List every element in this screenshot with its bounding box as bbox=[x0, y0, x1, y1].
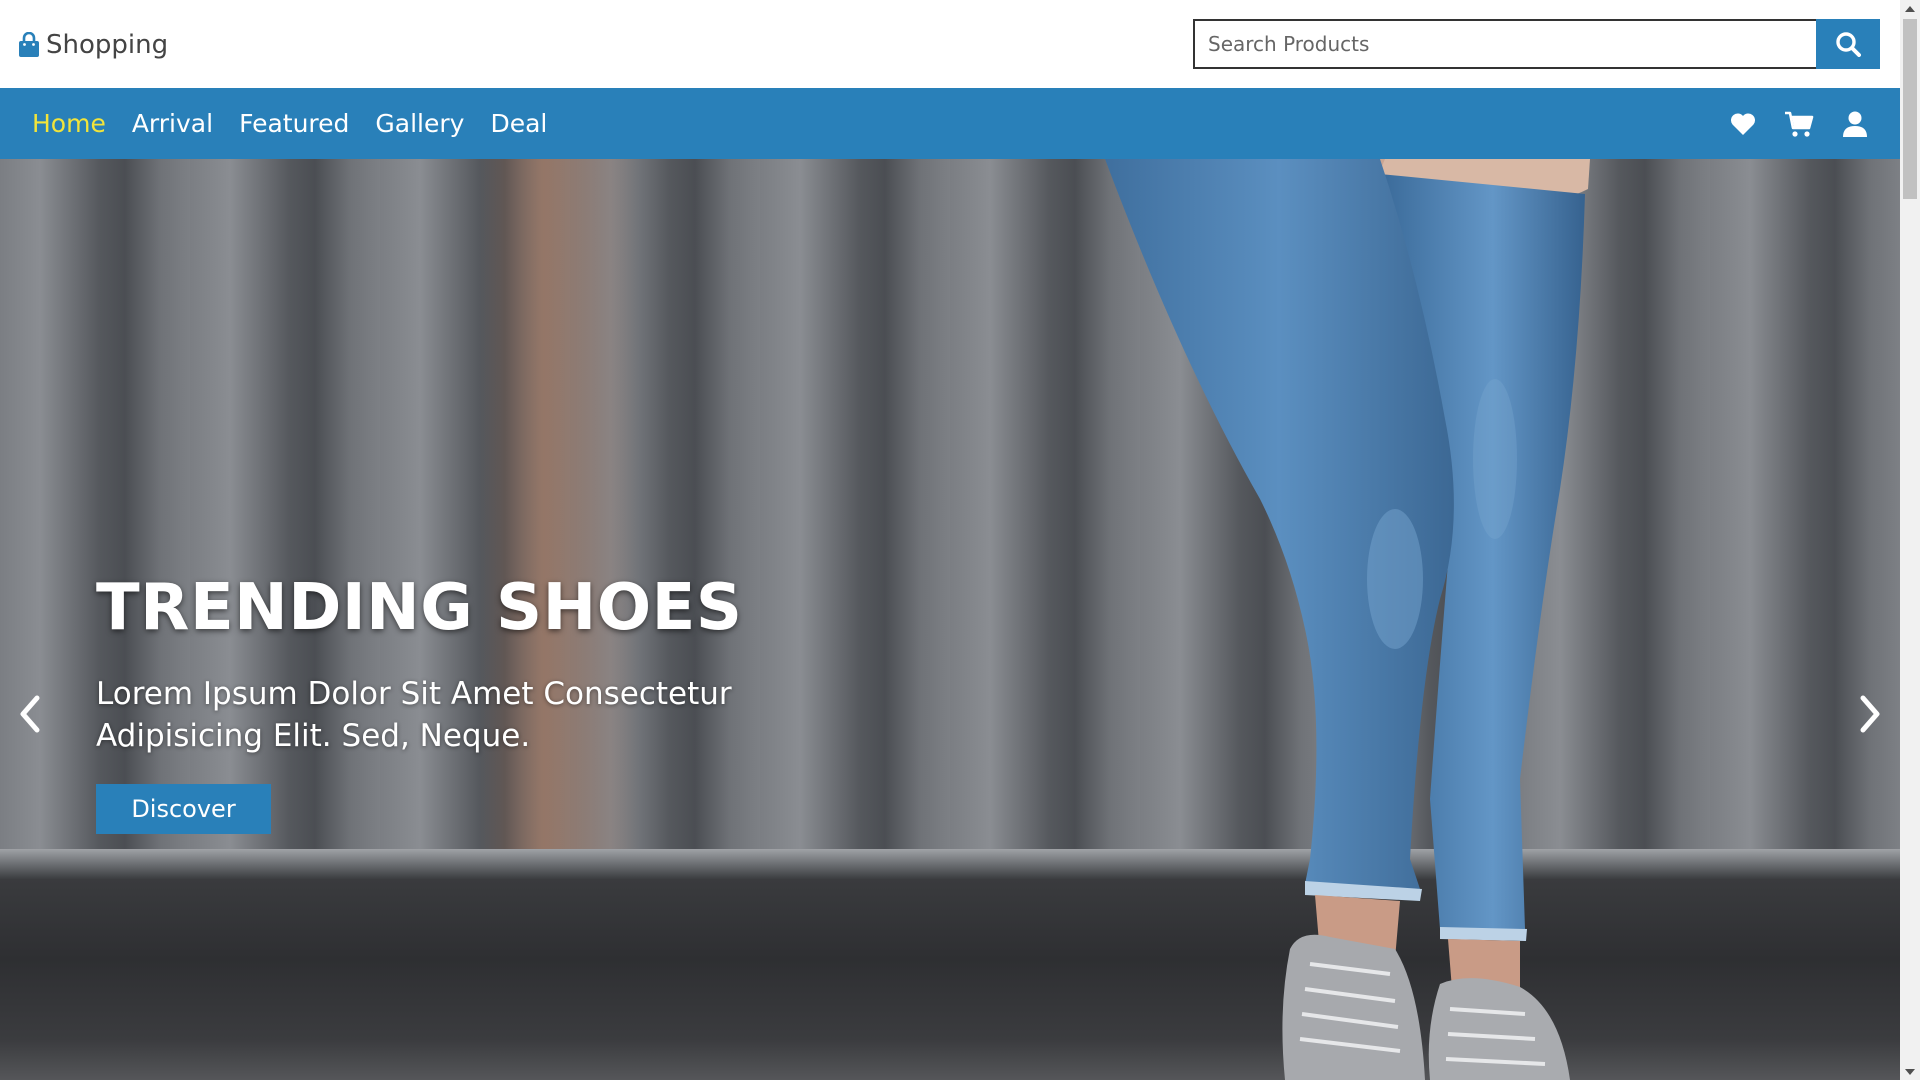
user-icon[interactable] bbox=[1840, 109, 1870, 139]
discover-button[interactable]: Discover bbox=[96, 784, 271, 834]
brand-logo[interactable]: Shopping bbox=[18, 28, 168, 62]
brand-name: Shopping bbox=[46, 30, 169, 60]
heart-icon[interactable] bbox=[1728, 109, 1758, 139]
chevron-right-icon bbox=[1860, 695, 1880, 733]
main-navbar: Home Arrival Featured Gallery Deal bbox=[0, 88, 1900, 159]
scroll-up-arrow-icon[interactable] bbox=[1900, 0, 1920, 17]
page: Shopping Home Arrival Featured Gallery D… bbox=[0, 0, 1900, 1080]
nav-link-home[interactable]: Home bbox=[32, 109, 106, 138]
scroll-down-arrow-icon[interactable] bbox=[1900, 1063, 1920, 1080]
nav-links: Home Arrival Featured Gallery Deal bbox=[32, 88, 547, 159]
cart-icon[interactable] bbox=[1784, 109, 1814, 139]
shopping-bag-icon bbox=[18, 31, 40, 58]
search-button[interactable] bbox=[1816, 19, 1880, 69]
nav-link-gallery[interactable]: Gallery bbox=[375, 109, 464, 138]
nav-icons bbox=[1728, 88, 1870, 159]
nav-link-deal[interactable]: Deal bbox=[490, 109, 547, 138]
hero-description: Lorem Ipsum Dolor Sit Amet Consectetur A… bbox=[96, 676, 732, 754]
hero-title: TRENDING SHOES bbox=[96, 571, 743, 645]
page-scrollbar[interactable] bbox=[1900, 0, 1920, 1080]
search-input[interactable] bbox=[1193, 19, 1816, 69]
nav-link-featured[interactable]: Featured bbox=[239, 109, 349, 138]
scrollbar-thumb[interactable] bbox=[1903, 19, 1917, 199]
top-header: Shopping bbox=[0, 0, 1900, 88]
chevron-left-icon bbox=[20, 695, 40, 733]
slider-prev-button[interactable] bbox=[10, 684, 50, 744]
slider-next-button[interactable] bbox=[1850, 684, 1890, 744]
hero-slider: TRENDING SHOES Lorem Ipsum Dolor Sit Ame… bbox=[0, 159, 1900, 1080]
search-icon bbox=[1836, 32, 1861, 57]
nav-link-arrival[interactable]: Arrival bbox=[132, 109, 213, 138]
search-form bbox=[1193, 19, 1880, 69]
